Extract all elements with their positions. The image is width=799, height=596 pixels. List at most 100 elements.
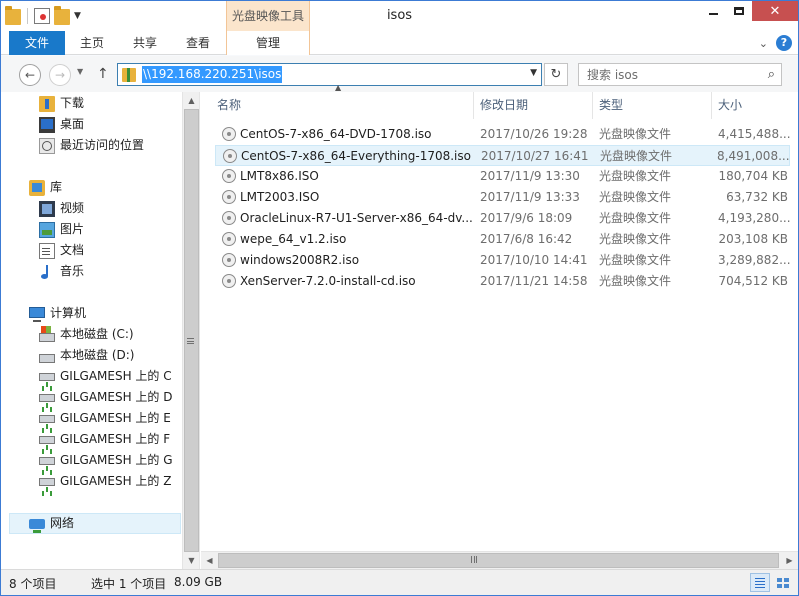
up-button[interactable]: ↑ <box>97 66 109 82</box>
sidebar-item-label: 音乐 <box>60 264 85 278</box>
video-icon <box>39 200 55 217</box>
sidebar-item-pictures[interactable]: 图片 <box>39 219 84 240</box>
file-date: 2017/11/9 13:30 <box>480 169 580 183</box>
navigation-tree: 下载 桌面 最近访问的位置 库 视频 图片 文档 音乐 计算机 本地磁盘 (C:… <box>1 92 182 569</box>
search-icon[interactable]: ⌕ <box>768 67 775 82</box>
column-header-size[interactable]: 大小 <box>712 92 798 119</box>
file-date: 2017/11/9 13:33 <box>480 190 580 204</box>
sidebar-item-net-drive-c[interactable]: GILGAMESH 上的 C <box>39 366 172 387</box>
sidebar-item-music[interactable]: 音乐 <box>39 261 84 282</box>
scroll-down-icon[interactable]: ▼ <box>183 552 200 569</box>
sidebar-item-label: 计算机 <box>50 306 87 320</box>
scrollbar-grip-icon <box>471 556 477 563</box>
file-date: 2017/10/26 19:28 <box>480 127 588 141</box>
selection-count: 选中 1 个项目 <box>91 577 167 591</box>
sidebar-item-videos[interactable]: 视频 <box>39 198 84 219</box>
window-title: isos <box>386 8 413 23</box>
file-size: 203,108 KB <box>718 232 788 246</box>
scroll-up-icon[interactable]: ▲ <box>183 92 200 109</box>
file-row[interactable]: XenServer-7.2.0-install-cd.iso 2017/11/2… <box>215 271 790 292</box>
network-drive-icon <box>39 436 55 450</box>
network-share-icon <box>122 67 136 82</box>
tab-file[interactable]: 文件 <box>9 31 65 55</box>
forward-button[interactable]: → <box>49 64 71 86</box>
recent-places-icon <box>39 137 55 154</box>
sidebar-item-label: 本地磁盘 (C:) <box>60 327 134 341</box>
file-row-selected[interactable]: CentOS-7-x86_64-Everything-1708.iso 2017… <box>215 145 790 166</box>
search-box[interactable]: ⌕ <box>578 63 782 86</box>
sidebar-item-downloads[interactable]: 下载 <box>39 93 84 114</box>
address-dropdown-icon[interactable]: ▼ <box>530 68 537 78</box>
file-row[interactable]: LMT2003.ISO 2017/11/9 13:33 光盘映像文件 63,73… <box>215 187 790 208</box>
sidebar-item-label: GILGAMESH 上的 Z <box>60 474 172 488</box>
sidebar-item-net-drive-z[interactable]: GILGAMESH 上的 Z <box>39 471 171 492</box>
column-header-name[interactable]: 名称 <box>211 92 474 119</box>
file-row[interactable]: CentOS-7-x86_64-DVD-1708.iso 2017/10/26 … <box>215 124 791 145</box>
navigation-pane-scrollbar[interactable]: ▲ ▼ <box>182 92 199 569</box>
tab-view[interactable]: 查看 <box>171 31 225 55</box>
address-path[interactable]: \\192.168.220.251\isos <box>142 66 283 83</box>
sidebar-item-library[interactable]: 库 <box>29 177 62 198</box>
expand-ribbon-icon[interactable]: ⌄ <box>759 37 768 50</box>
library-icon <box>29 179 45 196</box>
sidebar-item-label: GILGAMESH 上的 G <box>60 453 173 467</box>
sidebar-item-net-drive-d[interactable]: GILGAMESH 上的 D <box>39 387 172 408</box>
file-list-scrollbar[interactable]: ◀ ▶ <box>201 551 798 569</box>
tab-home[interactable]: 主页 <box>65 31 119 55</box>
disc-image-icon <box>222 211 236 225</box>
sidebar-item-network[interactable]: 网络 <box>9 513 181 534</box>
details-view-button[interactable] <box>750 573 770 592</box>
close-button[interactable]: ✕ <box>752 1 798 21</box>
sidebar-item-recent-places[interactable]: 最近访问的位置 <box>39 135 144 156</box>
scroll-left-icon[interactable]: ◀ <box>201 552 218 569</box>
recent-locations-icon[interactable]: ▼ <box>77 67 83 76</box>
column-header-type[interactable]: 类型 <box>593 92 712 119</box>
computer-icon <box>29 306 45 322</box>
minimize-button[interactable] <box>700 1 726 21</box>
column-header-date[interactable]: 修改日期 <box>474 92 593 119</box>
file-size: 4,193,280... <box>718 211 791 225</box>
back-button[interactable]: ← <box>19 64 41 86</box>
sidebar-item-desktop[interactable]: 桌面 <box>39 114 84 135</box>
sidebar-item-drive-c[interactable]: 本地磁盘 (C:) <box>39 324 134 345</box>
scrollbar-thumb[interactable] <box>184 109 199 552</box>
sidebar-item-drive-d[interactable]: 本地磁盘 (D:) <box>39 345 134 366</box>
file-type: 光盘映像文件 <box>599 253 672 267</box>
sidebar-item-documents[interactable]: 文档 <box>39 240 84 261</box>
search-input[interactable] <box>587 67 757 83</box>
sidebar-item-net-drive-e[interactable]: GILGAMESH 上的 E <box>39 408 171 429</box>
documents-icon <box>39 242 55 259</box>
sidebar-item-label: 视频 <box>60 201 85 215</box>
system-drive-icon <box>39 325 55 342</box>
sidebar-item-label: 最近访问的位置 <box>60 138 145 152</box>
tab-manage[interactable]: 管理 <box>226 31 310 55</box>
scrollbar-thumb[interactable] <box>218 553 779 568</box>
help-icon[interactable]: ? <box>776 35 792 51</box>
explorer-window: ▼ 光盘映像工具 isos ✕ 文件 主页 共享 查看 管理 ⌄ ? ← → ▼… <box>0 0 799 596</box>
sidebar-item-net-drive-g[interactable]: GILGAMESH 上的 G <box>39 450 173 471</box>
sidebar-item-net-drive-f[interactable]: GILGAMESH 上的 F <box>39 429 170 450</box>
file-name: windows2008R2.iso <box>240 253 360 267</box>
maximize-button[interactable] <box>726 1 752 21</box>
file-type: 光盘映像文件 <box>599 190 672 204</box>
sidebar-item-label: GILGAMESH 上的 C <box>60 369 172 383</box>
network-drive-icon <box>39 478 55 492</box>
file-date: 2017/10/27 16:41 <box>481 149 589 163</box>
refresh-button[interactable]: ↻ <box>544 63 568 86</box>
address-bar[interactable]: \\192.168.220.251\isos ▼ <box>117 63 542 86</box>
column-header-row: ▲ 名称 修改日期 类型 大小 <box>201 83 798 119</box>
file-row[interactable]: wepe_64_v1.2.iso 2017/6/8 16:42 光盘映像文件 2… <box>215 229 790 250</box>
file-row[interactable]: LMT8x86.ISO 2017/11/9 13:30 光盘映像文件 180,7… <box>215 166 790 187</box>
large-icons-view-button[interactable] <box>772 573 792 592</box>
sidebar-item-label: GILGAMESH 上的 E <box>60 411 171 425</box>
file-size: 63,732 KB <box>726 190 788 204</box>
file-name: CentOS-7-x86_64-DVD-1708.iso <box>240 127 432 141</box>
sidebar-item-label: 桌面 <box>60 117 85 131</box>
tab-share[interactable]: 共享 <box>119 31 171 55</box>
sidebar-item-computer[interactable]: 计算机 <box>29 303 86 324</box>
file-row[interactable]: windows2008R2.iso 2017/10/10 14:41 光盘映像文… <box>215 250 791 271</box>
local-drive-icon <box>39 353 55 363</box>
file-row[interactable]: OracleLinux-R7-U1-Server-x86_64-dv... 20… <box>215 208 791 229</box>
scroll-right-icon[interactable]: ▶ <box>781 552 798 569</box>
desktop-icon <box>39 116 55 133</box>
